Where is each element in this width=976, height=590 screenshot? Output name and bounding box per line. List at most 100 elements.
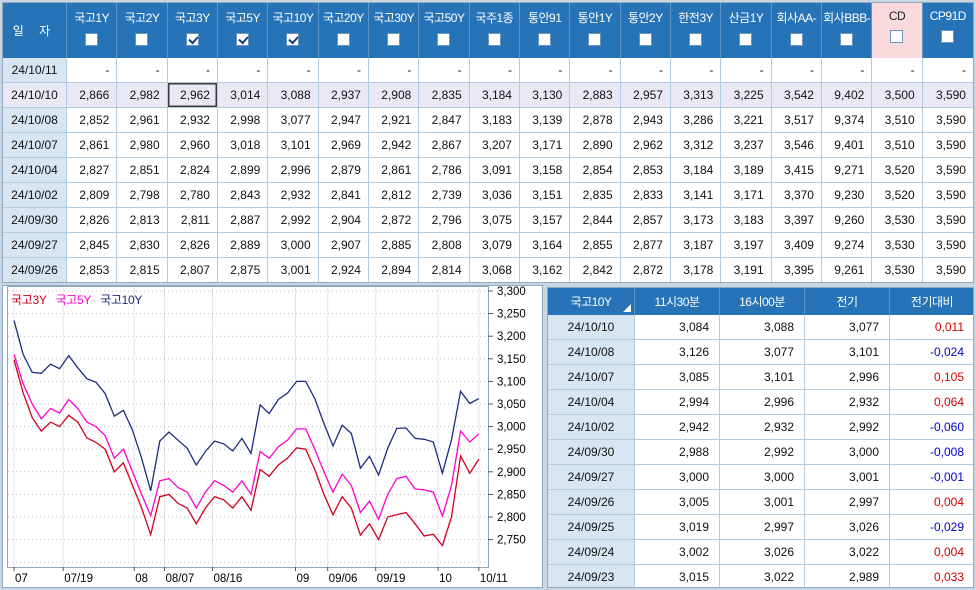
column-header-국고50Y[interactable]: 국고50Y <box>419 3 470 58</box>
rate-cell[interactable]: 2,815 <box>117 258 168 282</box>
rate-cell[interactable]: 3,158 <box>520 158 571 182</box>
rate-cell[interactable]: 2,826 <box>67 208 118 232</box>
date-cell[interactable]: 24/09/24 <box>548 540 635 564</box>
value-1130-cell[interactable]: 3,015 <box>635 565 720 587</box>
column-header-국고1Y[interactable]: 국고1Y <box>67 3 118 58</box>
rate-cell[interactable]: 2,885 <box>369 233 420 257</box>
column-checkbox-국고10Y[interactable] <box>286 33 300 46</box>
rate-cell[interactable]: 9,274 <box>822 233 873 257</box>
column-header-통안2Y[interactable]: 통안2Y <box>621 3 671 58</box>
value-1130-cell[interactable]: 3,005 <box>635 490 720 514</box>
rate-cell[interactable]: 3,178 <box>671 258 722 282</box>
rate-cell[interactable]: 2,835 <box>419 83 470 107</box>
date-cell[interactable]: 24/10/10 <box>548 315 635 339</box>
column-header-국고5Y[interactable]: 국고5Y <box>218 3 269 58</box>
prev-cell[interactable]: 3,026 <box>805 515 890 539</box>
rate-cell[interactable]: 3,001 <box>268 258 319 282</box>
rate-cell[interactable]: - <box>872 58 923 82</box>
change-cell[interactable]: 0,004 <box>890 540 973 564</box>
column-checkbox-국고2Y[interactable] <box>135 33 149 46</box>
rate-cell[interactable]: 3,312 <box>671 133 722 157</box>
rate-cell[interactable]: 3,590 <box>923 208 973 232</box>
rate-cell[interactable]: 2,845 <box>67 233 118 257</box>
value-1130-cell[interactable]: 3,085 <box>635 365 720 389</box>
rate-cell[interactable]: 3,191 <box>721 258 772 282</box>
rate-cell[interactable]: - <box>923 58 973 82</box>
date-cell[interactable]: 24/10/10 <box>3 83 67 107</box>
rate-cell[interactable]: 2,899 <box>218 158 269 182</box>
rate-cell[interactable]: 9,401 <box>822 133 873 157</box>
rate-cell[interactable]: 2,932 <box>168 108 218 132</box>
rate-cell[interactable]: 9,271 <box>822 158 873 182</box>
rate-cell[interactable]: 3,237 <box>721 133 772 157</box>
value-1600-cell[interactable]: 3,001 <box>720 490 805 514</box>
detail-header-series[interactable]: 국고10Y <box>548 288 635 315</box>
rate-cell[interactable]: 2,844 <box>570 208 621 232</box>
change-cell[interactable]: -0,008 <box>890 440 973 464</box>
date-cell[interactable]: 24/10/07 <box>3 133 67 157</box>
rate-cell[interactable]: 2,904 <box>319 208 369 232</box>
rate-cell[interactable]: 2,855 <box>570 233 621 257</box>
column-header-한전3Y[interactable]: 한전3Y <box>671 3 722 58</box>
column-header-국고30Y[interactable]: 국고30Y <box>369 3 420 58</box>
rate-cell[interactable]: 3,014 <box>218 83 269 107</box>
rate-cell[interactable]: 2,847 <box>419 108 470 132</box>
change-cell[interactable]: -0,001 <box>890 465 973 489</box>
rate-cell[interactable]: 3,000 <box>268 233 319 257</box>
column-checkbox-CP91D[interactable] <box>941 30 955 43</box>
rate-cell[interactable]: 2,879 <box>319 158 369 182</box>
rate-cell[interactable]: 3,151 <box>520 183 571 207</box>
prev-cell[interactable]: 2,997 <box>805 490 890 514</box>
prev-cell[interactable]: 2,992 <box>805 415 890 439</box>
rate-cell[interactable]: 3,101 <box>268 133 319 157</box>
rate-cell[interactable]: 3,542 <box>772 83 822 107</box>
rate-cell[interactable]: 3,184 <box>470 83 520 107</box>
detail-header-3[interactable]: 전기 <box>805 288 890 315</box>
column-checkbox-국고50Y[interactable] <box>437 33 451 46</box>
column-checkbox-한전3Y[interactable] <box>689 33 703 46</box>
rate-cell[interactable]: 3,500 <box>872 83 923 107</box>
rate-cell[interactable]: 2,890 <box>570 133 621 157</box>
rate-cell[interactable]: 2,998 <box>218 108 269 132</box>
rate-cell[interactable]: 2,872 <box>621 258 671 282</box>
change-cell[interactable]: 0,064 <box>890 390 973 414</box>
rate-cell[interactable]: 3,590 <box>923 133 973 157</box>
rate-cell[interactable]: 3,590 <box>923 83 973 107</box>
rate-cell[interactable]: 3,036 <box>470 183 520 207</box>
rate-cell[interactable]: 2,942 <box>369 133 420 157</box>
rate-cell[interactable]: 2,894 <box>369 258 420 282</box>
rate-cell[interactable]: 2,853 <box>621 158 671 182</box>
column-header-CP91D[interactable]: CP91D <box>923 3 973 58</box>
value-1600-cell[interactable]: 3,088 <box>720 315 805 339</box>
rate-cell[interactable]: 3,590 <box>923 108 973 132</box>
rate-cell[interactable]: 2,852 <box>67 108 118 132</box>
value-1600-cell[interactable]: 3,022 <box>720 565 805 587</box>
prev-cell[interactable]: 2,989 <box>805 565 890 587</box>
column-checkbox-회사AA-[interactable] <box>789 33 803 46</box>
rate-cell[interactable]: 3,183 <box>721 208 772 232</box>
rate-cell[interactable]: 2,780 <box>168 183 218 207</box>
column-header-국주1종[interactable]: 국주1종 <box>470 3 520 58</box>
rate-cell[interactable]: 9,374 <box>822 108 873 132</box>
prev-cell[interactable]: 2,932 <box>805 390 890 414</box>
rate-cell[interactable]: 3,130 <box>520 83 571 107</box>
rate-cell[interactable]: - <box>117 58 168 82</box>
rate-cell[interactable]: - <box>419 58 470 82</box>
rate-cell[interactable]: 3,395 <box>772 258 822 282</box>
rate-cell[interactable]: 2,861 <box>67 133 118 157</box>
date-cell[interactable]: 24/09/27 <box>3 233 67 257</box>
rate-cell[interactable]: 3,530 <box>872 208 923 232</box>
rate-cell[interactable]: 3,590 <box>923 233 973 257</box>
rate-cell[interactable]: - <box>721 58 772 82</box>
rate-cell[interactable]: 3,520 <box>872 183 923 207</box>
rate-cell[interactable]: 2,908 <box>369 83 420 107</box>
column-checkbox-CD[interactable] <box>890 30 904 43</box>
rate-cell[interactable]: 2,937 <box>319 83 369 107</box>
rate-cell[interactable]: 9,261 <box>822 258 873 282</box>
rate-cell[interactable]: 3,139 <box>520 108 571 132</box>
value-1130-cell[interactable]: 2,988 <box>635 440 720 464</box>
date-cell[interactable]: 24/09/27 <box>548 465 635 489</box>
change-cell[interactable]: -0,029 <box>890 515 973 539</box>
column-header-통안91[interactable]: 통안91 <box>520 3 571 58</box>
rate-cell[interactable]: 3,184 <box>671 158 722 182</box>
